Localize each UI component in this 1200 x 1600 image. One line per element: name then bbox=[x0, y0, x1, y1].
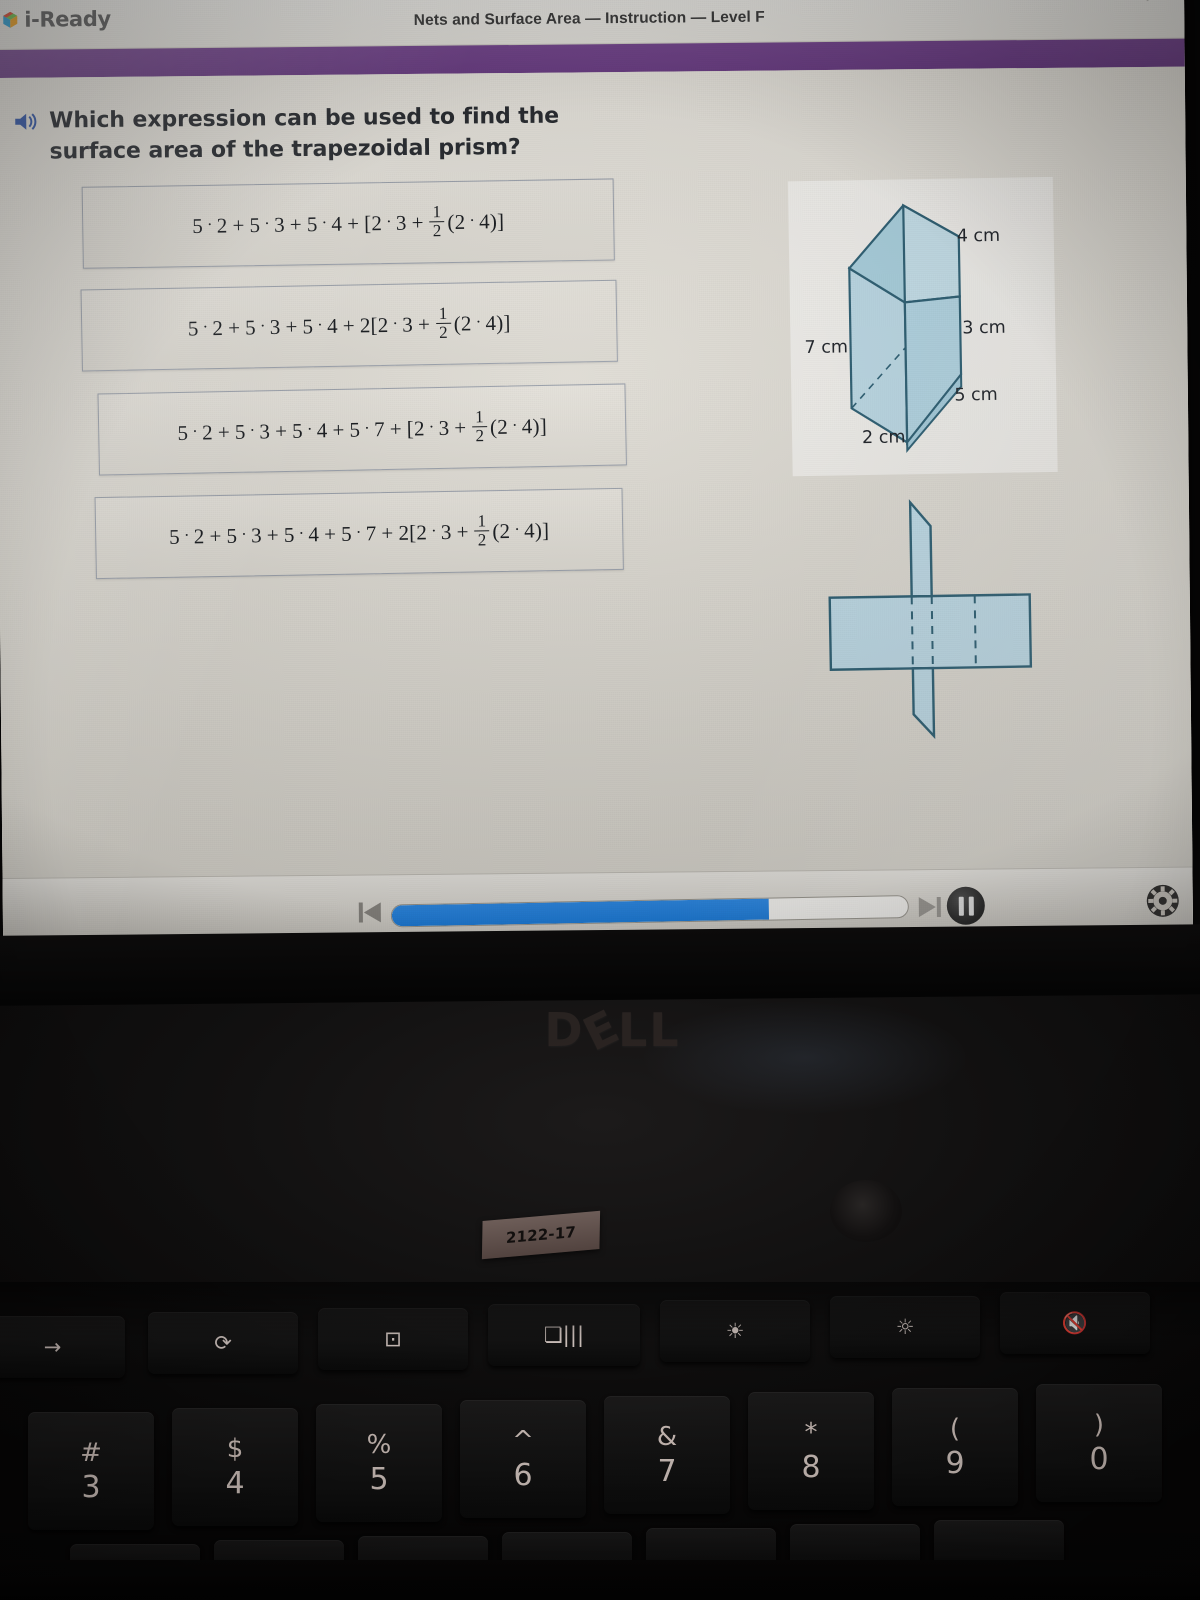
key-7-top: & bbox=[656, 1421, 678, 1452]
answer-expression-d: 5 · 2 + 5 · 3 + 5 · 4 + 5 · 7 + 2[2 · 3 + 12 (2 · 4)… bbox=[168, 511, 550, 549]
dimension-label-2cm: 2 cm bbox=[861, 427, 906, 449]
key-overview-windows-glyph: ❏||| bbox=[543, 1323, 585, 1347]
key-7-bottom: 7 bbox=[657, 1453, 677, 1489]
key-right-arrow[interactable]: → bbox=[0, 1316, 125, 1378]
answer-choice-a[interactable]: 5 · 2 + 5 · 3 + 5 · 4 + [2 · 3 + 12 (2 · 4)] bbox=[81, 178, 615, 269]
speaker-grille bbox=[830, 1180, 902, 1242]
key-fullscreen[interactable]: ⊡ bbox=[318, 1308, 468, 1370]
answer-expression-b: 5 · 2 + 5 · 3 + 5 · 4 + 2[2 · 3 + 12 (2 · 4)] bbox=[187, 303, 511, 342]
answer-choice-b[interactable]: 5 · 2 + 5 · 3 + 5 · 4 + 2[2 · 3 + 12 (2 · 4)] bbox=[80, 279, 618, 372]
iready-app-window: i-Ready Nets and Surface Area — Instruct… bbox=[0, 0, 1194, 955]
answer-choice-d[interactable]: 5 · 2 + 5 · 3 + 5 · 4 + 5 · 7 + 2[2 · 3 + 12 (2 · 4)… bbox=[94, 487, 624, 580]
answer-expression-c: 5 · 2 + 5 · 3 + 5 · 4 + 5 · 7 + [2 · 3 + 12 (2 · 4)] bbox=[177, 407, 548, 445]
answer-choice-list: 5 · 2 + 5 · 3 + 5 · 4 + [2 · 3 + 12 (2 · 4)] bbox=[0, 178, 656, 580]
dell-logo-text-part2: LL bbox=[618, 1003, 681, 1057]
speaker-icon[interactable] bbox=[13, 110, 39, 134]
key-9-bottom: 9 bbox=[945, 1445, 965, 1481]
lesson-progress-bar[interactable] bbox=[390, 895, 910, 928]
key-0-top: ) bbox=[1093, 1409, 1105, 1440]
laptop-screen: i-Ready Nets and Surface Area — Instruct… bbox=[0, 0, 1194, 957]
lesson-title: Nets and Surface Area — Instruction — Le… bbox=[413, 8, 765, 29]
photo-of-laptop-screen: i-Ready Nets and Surface Area — Instruct… bbox=[0, 0, 1200, 1600]
prism-figure-panel: 4 cm 3 cm 5 cm 7 cm 2 cm bbox=[787, 176, 1058, 477]
key-brightness-down-glyph: ☀ bbox=[725, 1319, 745, 1343]
key-mute-glyph: 🔇 bbox=[1061, 1310, 1089, 1335]
key-0[interactable]: ) 0 bbox=[1036, 1384, 1162, 1502]
trapezoidal-prism-net-drawing bbox=[828, 499, 1033, 740]
key-brightness-down[interactable]: ☀ bbox=[660, 1300, 810, 1362]
dimension-label-4cm: 4 cm bbox=[956, 225, 1001, 247]
laptop-keyboard: → ⟳ ⊡ ❏||| ☀ ☼ 🔇 # 3 $ 4 % 5 ^ 6 & 7 * 8… bbox=[0, 1282, 1200, 1600]
previous-icon[interactable] bbox=[355, 899, 385, 930]
key-brightness-up-glyph: ☼ bbox=[895, 1315, 915, 1339]
question-row: Which expression can be used to find the… bbox=[13, 100, 614, 168]
key-mute[interactable]: 🔇 bbox=[1000, 1292, 1150, 1354]
key-7[interactable]: & 7 bbox=[604, 1396, 730, 1514]
key-4[interactable]: $ 4 bbox=[172, 1408, 298, 1526]
dell-logo: D E LL bbox=[505, 998, 720, 1061]
lesson-progress-fill bbox=[391, 898, 769, 927]
key-4-top: $ bbox=[226, 1433, 244, 1464]
deck-bottom-shadow bbox=[0, 1560, 1200, 1600]
key-right-arrow-glyph: → bbox=[43, 1335, 62, 1359]
dimension-label-3cm: 3 cm bbox=[962, 317, 1006, 339]
key-6-bottom: 6 bbox=[513, 1457, 533, 1493]
key-8[interactable]: * 8 bbox=[748, 1392, 874, 1510]
key-9[interactable]: ( 9 bbox=[892, 1388, 1018, 1506]
key-5-top: % bbox=[366, 1429, 392, 1460]
key-5[interactable]: % 5 bbox=[316, 1404, 442, 1522]
key-6[interactable]: ^ 6 bbox=[460, 1400, 586, 1518]
pause-icon[interactable] bbox=[946, 886, 985, 925]
key-overview-windows[interactable]: ❏||| bbox=[488, 1304, 640, 1366]
key-fullscreen-glyph: ⊡ bbox=[384, 1327, 402, 1351]
key-0-bottom: 0 bbox=[1089, 1441, 1109, 1477]
next-icon[interactable] bbox=[915, 894, 945, 925]
answer-expression-a: 5 · 2 + 5 · 3 + 5 · 4 + [2 · 3 + 12 (2 · 4)] bbox=[192, 202, 505, 240]
key-3[interactable]: # 3 bbox=[28, 1412, 154, 1530]
topright-faint-text: Primary Mail bbox=[1115, 0, 1174, 2]
key-refresh[interactable]: ⟳ bbox=[148, 1312, 298, 1374]
question-prompt: Which expression can be used to find the… bbox=[49, 103, 560, 165]
key-3-top: # bbox=[80, 1437, 102, 1468]
dimension-label-7cm: 7 cm bbox=[804, 337, 849, 359]
key-8-top: * bbox=[804, 1417, 818, 1448]
key-6-top: ^ bbox=[512, 1425, 534, 1456]
key-4-bottom: 4 bbox=[225, 1465, 245, 1501]
dimension-label-5cm: 5 cm bbox=[954, 384, 998, 406]
net-figure bbox=[798, 482, 1072, 756]
lesson-canvas: Which expression can be used to find the… bbox=[0, 66, 1193, 878]
key-9-top: ( bbox=[949, 1413, 961, 1444]
key-brightness-up[interactable]: ☼ bbox=[830, 1296, 980, 1358]
answer-choice-c[interactable]: 5 · 2 + 5 · 3 + 5 · 4 + 5 · 7 + [2 · 3 + 12 (2 · 4)] bbox=[97, 383, 627, 476]
key-3-bottom: 3 bbox=[81, 1469, 101, 1505]
screen-bezel bbox=[0, 924, 1200, 1006]
gear-icon[interactable] bbox=[1146, 884, 1180, 918]
key-8-bottom: 8 bbox=[801, 1449, 821, 1485]
key-refresh-glyph: ⟳ bbox=[214, 1331, 232, 1355]
key-5-bottom: 5 bbox=[369, 1461, 389, 1497]
